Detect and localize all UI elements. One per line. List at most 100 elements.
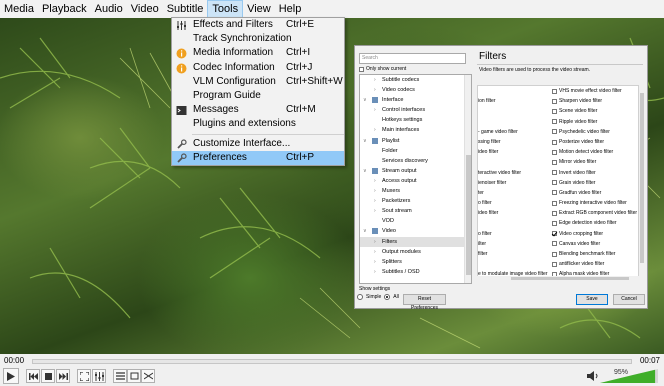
filter-checkbox-item[interactable]: Edge detection video filter bbox=[552, 218, 617, 228]
fullscreen-button[interactable] bbox=[77, 369, 91, 383]
only-show-current-checkbox[interactable]: Only show current bbox=[359, 66, 406, 72]
reset-preferences-button[interactable]: Reset Preferences bbox=[403, 294, 446, 311]
menu-media[interactable]: Media bbox=[0, 0, 38, 18]
filter-checkbox-item[interactable]: Freezing interactive video filter bbox=[552, 198, 627, 208]
expand-arrow-icon[interactable]: ∨ bbox=[363, 226, 367, 236]
filter-checkbox[interactable] bbox=[552, 129, 557, 135]
filter-checkbox-item[interactable]: Sharpen video filter bbox=[552, 96, 602, 106]
menu-item-program-guide[interactable]: Program Guide bbox=[172, 89, 344, 103]
collapse-arrow-icon[interactable]: › bbox=[374, 186, 376, 196]
tree-item[interactable]: › Video codecs bbox=[360, 85, 471, 95]
shuffle-button[interactable] bbox=[141, 369, 155, 383]
tree-item[interactable]: › Splitters bbox=[360, 257, 471, 267]
tree-item[interactable]: › Control interfaces bbox=[360, 105, 471, 115]
filter-checkbox[interactable] bbox=[552, 108, 557, 114]
filter-checkbox-item[interactable]: Video cropping filter bbox=[552, 229, 603, 239]
menu-view[interactable]: View bbox=[243, 0, 275, 18]
menu-audio[interactable]: Audio bbox=[91, 0, 127, 18]
playlist-button[interactable] bbox=[113, 369, 127, 383]
filter-checkbox[interactable] bbox=[552, 221, 557, 227]
next-button[interactable] bbox=[56, 369, 70, 383]
tree-item[interactable]: › Sout stream bbox=[360, 206, 471, 216]
cancel-button[interactable]: Cancel bbox=[613, 294, 645, 305]
all-radio[interactable] bbox=[384, 294, 391, 300]
menu-item-preferences[interactable]: Preferences Ctrl+P bbox=[172, 150, 344, 165]
collapse-arrow-icon[interactable]: › bbox=[374, 247, 376, 257]
filter-checkbox-item[interactable]: Ripple video filter bbox=[552, 117, 597, 127]
menu-item-media-information[interactable]: Media Information Ctrl+I bbox=[172, 46, 344, 60]
tree-item[interactable]: › Main interfaces bbox=[360, 125, 471, 135]
filter-checkbox[interactable] bbox=[552, 231, 557, 237]
play-button[interactable] bbox=[3, 368, 19, 384]
collapse-arrow-icon[interactable]: › bbox=[374, 237, 376, 247]
expand-arrow-icon[interactable]: ∨ bbox=[363, 166, 367, 176]
tree-item[interactable]: › Access output bbox=[360, 176, 471, 186]
filter-list[interactable]: VHS movie effect video filter ion filter S… bbox=[477, 85, 639, 279]
filter-checkbox[interactable] bbox=[552, 88, 557, 94]
filter-checkbox-item[interactable]: Canvas video filter bbox=[552, 239, 600, 249]
tree-item[interactable]: Folder bbox=[360, 146, 471, 156]
filter-checkbox[interactable] bbox=[552, 251, 557, 257]
collapse-arrow-icon[interactable]: › bbox=[374, 206, 376, 216]
menu-item-vlm-configuration[interactable]: VLM Configuration Ctrl+Shift+W bbox=[172, 75, 344, 89]
menu-item-customize-interface[interactable]: Customize Interface... bbox=[172, 137, 344, 151]
collapse-arrow-icon[interactable]: › bbox=[374, 196, 376, 206]
filter-checkbox-item[interactable]: Mirror video filter bbox=[552, 157, 596, 167]
filter-checkbox-item[interactable]: Gradfun video filter bbox=[552, 188, 601, 198]
filter-checkbox-item[interactable]: Extract RGB component video filter bbox=[552, 208, 637, 218]
filter-checkbox[interactable] bbox=[552, 241, 557, 247]
filter-list-scrollbar[interactable] bbox=[639, 85, 645, 279]
filter-checkbox-item[interactable]: Motion detect video filter bbox=[552, 147, 613, 157]
filter-checkbox[interactable] bbox=[552, 139, 557, 145]
menu-video[interactable]: Video bbox=[127, 0, 163, 18]
filter-checkbox[interactable] bbox=[552, 180, 557, 186]
search-input[interactable]: Search bbox=[359, 53, 466, 64]
filter-checkbox-item[interactable]: Scene video filter bbox=[552, 106, 597, 116]
tree-scrollbar[interactable] bbox=[464, 75, 471, 283]
filter-checkbox[interactable] bbox=[552, 149, 557, 155]
simple-radio[interactable] bbox=[357, 294, 363, 300]
collapse-arrow-icon[interactable]: › bbox=[374, 105, 376, 115]
filter-checkbox[interactable] bbox=[552, 261, 557, 267]
expand-arrow-icon[interactable]: ∨ bbox=[363, 95, 367, 105]
filter-checkbox[interactable] bbox=[552, 200, 557, 206]
tree-item[interactable]: ∨ Interface bbox=[360, 95, 471, 105]
collapse-arrow-icon[interactable]: › bbox=[374, 85, 376, 95]
filter-checkbox[interactable] bbox=[552, 170, 557, 176]
filter-checkbox-item[interactable]: antiflicker video filter bbox=[552, 259, 604, 269]
filter-checkbox[interactable] bbox=[552, 98, 557, 104]
tree-item[interactable]: › Packetizers bbox=[360, 196, 471, 206]
filter-checkbox[interactable] bbox=[552, 159, 557, 165]
menu-item-effects-and-filters[interactable]: Effects and Filters Ctrl+E bbox=[172, 18, 344, 32]
tree-item[interactable]: Services discovery bbox=[360, 156, 471, 166]
tree-item[interactable]: ∨ Playlist bbox=[360, 136, 471, 146]
filter-checkbox[interactable] bbox=[552, 119, 557, 125]
tree-item[interactable]: › Subtitle codecs bbox=[360, 75, 471, 85]
filter-checkbox-item[interactable]: Blending benchmark filter bbox=[552, 249, 615, 259]
filter-checkbox-item[interactable]: Grain video filter bbox=[552, 178, 595, 188]
collapse-arrow-icon[interactable]: › bbox=[374, 176, 376, 186]
menu-item-plugins-and-extensions[interactable]: Plugins and extensions bbox=[172, 117, 344, 131]
filter-checkbox-item[interactable]: Invert video filter bbox=[552, 168, 596, 178]
previous-button[interactable] bbox=[26, 369, 40, 383]
checkbox-icon[interactable] bbox=[359, 66, 364, 72]
settings-tree[interactable]: › Subtitle codecs › Video codecs ∨ Interface ›… bbox=[359, 74, 472, 284]
filter-list-hscrollbar[interactable] bbox=[477, 276, 639, 281]
menu-subtitle[interactable]: Subtitle bbox=[163, 0, 208, 18]
collapse-arrow-icon[interactable]: › bbox=[374, 267, 376, 277]
tree-item[interactable]: VOD bbox=[360, 216, 471, 226]
filter-checkbox-item[interactable]: Psychedelic video filter bbox=[552, 127, 610, 137]
menu-item-messages[interactable]: Messages Ctrl+M bbox=[172, 103, 344, 117]
menu-item-codec-information[interactable]: Codec Information Ctrl+J bbox=[172, 61, 344, 75]
filter-checkbox-item[interactable]: VHS movie effect video filter bbox=[552, 86, 622, 96]
filter-checkbox-item[interactable]: Posterize video filter bbox=[552, 137, 604, 147]
save-button[interactable]: Save bbox=[576, 294, 608, 305]
tree-item[interactable]: ∨ Video bbox=[360, 226, 471, 236]
tree-item[interactable]: › Subtitles / OSD bbox=[360, 267, 471, 277]
filter-checkbox[interactable] bbox=[552, 190, 557, 196]
tree-item[interactable]: › Output modules bbox=[360, 247, 471, 257]
collapse-arrow-icon[interactable]: › bbox=[374, 75, 376, 85]
speaker-icon[interactable] bbox=[587, 370, 599, 382]
menu-help[interactable]: Help bbox=[275, 0, 306, 18]
menu-tools[interactable]: Tools bbox=[207, 0, 244, 18]
